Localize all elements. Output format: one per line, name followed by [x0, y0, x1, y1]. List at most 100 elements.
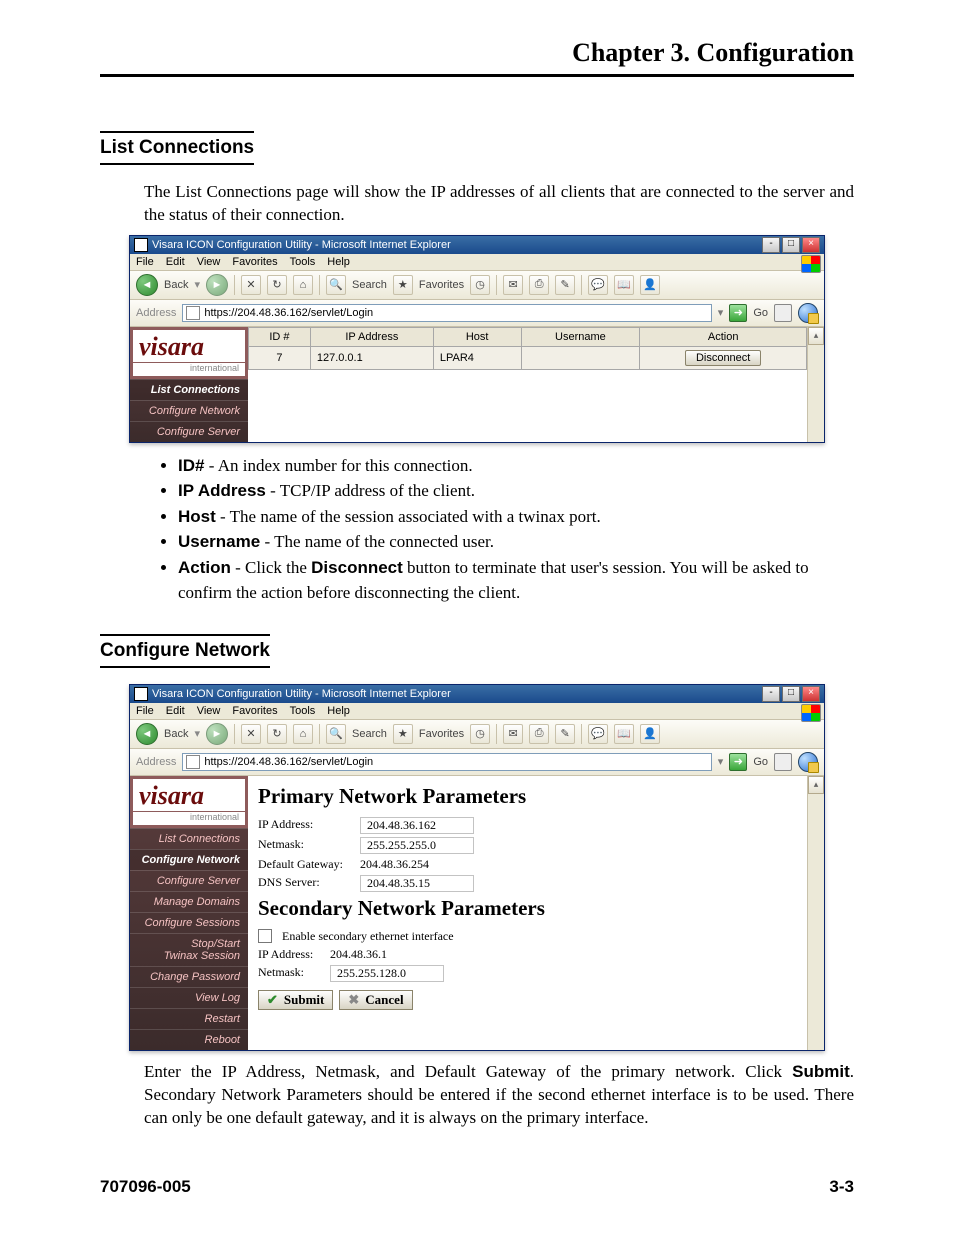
stop-icon[interactable]: ✕ [241, 275, 261, 295]
menu-file[interactable]: File [136, 705, 154, 717]
refresh-icon[interactable]: ↻ [267, 724, 287, 744]
input-secondary-mask[interactable]: 255.255.128.0 [330, 965, 444, 982]
menu-favorites[interactable]: Favorites [232, 256, 277, 268]
search-icon[interactable]: 🔍 [326, 724, 346, 744]
research-icon[interactable]: 📖 [614, 724, 634, 744]
mail-icon[interactable]: ✉ [503, 724, 523, 744]
search-label[interactable]: Search [352, 728, 387, 740]
window-close-icon[interactable]: × [802, 237, 820, 253]
menu-edit[interactable]: Edit [166, 705, 185, 717]
mail-icon[interactable]: ✉ [503, 275, 523, 295]
window-maximize-icon[interactable]: □ [782, 686, 800, 702]
address-input[interactable]: https://204.48.36.162/servlet/Login [182, 753, 711, 771]
forward-icon[interactable]: ► [206, 274, 228, 296]
def-user-text: - The name of the connected user. [260, 532, 494, 551]
menu-file[interactable]: File [136, 256, 154, 268]
input-primary-mask[interactable]: 255.255.255.0 [360, 837, 474, 854]
menu-favorites[interactable]: Favorites [232, 705, 277, 717]
sidebar-item-reboot[interactable]: Reboot [130, 1029, 248, 1050]
input-primary-ip[interactable]: 204.48.36.162 [360, 817, 474, 834]
history-icon[interactable]: ◷ [470, 724, 490, 744]
home-icon[interactable]: ⌂ [293, 724, 313, 744]
address-label: Address [136, 756, 176, 768]
print-icon[interactable]: ⎙ [529, 724, 549, 744]
home-icon[interactable]: ⌂ [293, 275, 313, 295]
cancel-button[interactable]: ✖ Cancel [339, 990, 412, 1010]
links-icon[interactable] [774, 304, 792, 322]
sidebar-item-configure-network[interactable]: Configure Network [130, 849, 248, 870]
label-primary-gw: Default Gateway: [258, 857, 354, 872]
disconnect-button[interactable]: Disconnect [685, 350, 761, 366]
back-label[interactable]: Back [164, 728, 188, 740]
connections-table: ID # IP Address Host Username Action 7 1… [248, 327, 807, 370]
go-label[interactable]: Go [753, 307, 768, 319]
input-primary-dns[interactable]: 204.48.35.15 [360, 875, 474, 892]
menu-tools[interactable]: Tools [290, 256, 316, 268]
window-minimize-icon[interactable]: - [762, 686, 780, 702]
go-label[interactable]: Go [753, 756, 768, 768]
heading-list-connections: List Connections [100, 131, 254, 165]
print-icon[interactable]: ⎙ [529, 275, 549, 295]
sidebar-item-view-log[interactable]: View Log [130, 987, 248, 1008]
window-titlebar: Visara ICON Configuration Utility - Micr… [130, 236, 824, 254]
body-net-bold: Submit [792, 1062, 850, 1081]
cell-host: LPAR4 [433, 346, 521, 369]
back-icon[interactable]: ◄ [136, 723, 158, 745]
sidebar-item-stop-start-twinax[interactable]: Stop/Start Twinax Session [130, 933, 248, 966]
back-icon[interactable]: ◄ [136, 274, 158, 296]
edit-icon[interactable]: ✎ [555, 724, 575, 744]
screenshot-list-connections: Visara ICON Configuration Utility - Micr… [129, 235, 825, 443]
forward-icon[interactable]: ► [206, 723, 228, 745]
go-icon[interactable]: ➜ [729, 753, 747, 771]
go-icon[interactable]: ➜ [729, 304, 747, 322]
history-icon[interactable]: ◷ [470, 275, 490, 295]
search-icon[interactable]: 🔍 [326, 275, 346, 295]
scroll-up-icon[interactable]: ▴ [808, 327, 824, 345]
menu-tools[interactable]: Tools [290, 705, 316, 717]
menubar: File Edit View Favorites Tools Help [130, 254, 824, 271]
menu-view[interactable]: View [197, 705, 221, 717]
messenger-icon[interactable]: 👤 [640, 724, 660, 744]
favorites-label[interactable]: Favorites [419, 279, 464, 291]
favorites-label[interactable]: Favorites [419, 728, 464, 740]
cell-user [521, 346, 640, 369]
sidebar-item-manage-domains[interactable]: Manage Domains [130, 891, 248, 912]
back-label[interactable]: Back [164, 279, 188, 291]
messenger-icon[interactable]: 👤 [640, 275, 660, 295]
scrollbar[interactable]: ▴ [807, 776, 824, 1050]
search-label[interactable]: Search [352, 279, 387, 291]
edit-icon[interactable]: ✎ [555, 275, 575, 295]
sidebar-item-restart[interactable]: Restart [130, 1008, 248, 1029]
scroll-up-icon[interactable]: ▴ [808, 776, 824, 794]
sidebar-item-list-connections[interactable]: List Connections [130, 379, 248, 400]
stop-icon[interactable]: ✕ [241, 724, 261, 744]
windows-flag-icon [801, 704, 821, 722]
address-input[interactable]: https://204.48.36.162/servlet/Login [182, 304, 711, 322]
checkbox-enable-secondary[interactable] [258, 929, 272, 943]
research-icon[interactable]: 📖 [614, 275, 634, 295]
menu-edit[interactable]: Edit [166, 256, 185, 268]
discuss-icon[interactable]: 💬 [588, 275, 608, 295]
def-host-label: Host [178, 507, 216, 526]
menu-help[interactable]: Help [327, 256, 350, 268]
submit-button[interactable]: ✔ Submit [258, 990, 333, 1010]
links-icon[interactable] [774, 753, 792, 771]
refresh-icon[interactable]: ↻ [267, 275, 287, 295]
window-close-icon[interactable]: × [802, 686, 820, 702]
favorites-icon[interactable]: ★ [393, 724, 413, 744]
window-minimize-icon[interactable]: - [762, 237, 780, 253]
discuss-icon[interactable]: 💬 [588, 724, 608, 744]
menu-help[interactable]: Help [327, 705, 350, 717]
window-maximize-icon[interactable]: □ [782, 237, 800, 253]
sidebar-item-configure-network[interactable]: Configure Network [130, 400, 248, 421]
sidebar-item-change-password[interactable]: Change Password [130, 966, 248, 987]
address-bar: Address https://204.48.36.162/servlet/Lo… [130, 749, 824, 776]
address-url: https://204.48.36.162/servlet/Login [204, 756, 373, 768]
sidebar-item-configure-server[interactable]: Configure Server [130, 421, 248, 442]
menu-view[interactable]: View [197, 256, 221, 268]
sidebar-item-configure-sessions[interactable]: Configure Sessions [130, 912, 248, 933]
sidebar-item-configure-server[interactable]: Configure Server [130, 870, 248, 891]
favorites-icon[interactable]: ★ [393, 275, 413, 295]
sidebar-item-list-connections[interactable]: List Connections [130, 828, 248, 849]
scrollbar[interactable]: ▴ [807, 327, 824, 442]
